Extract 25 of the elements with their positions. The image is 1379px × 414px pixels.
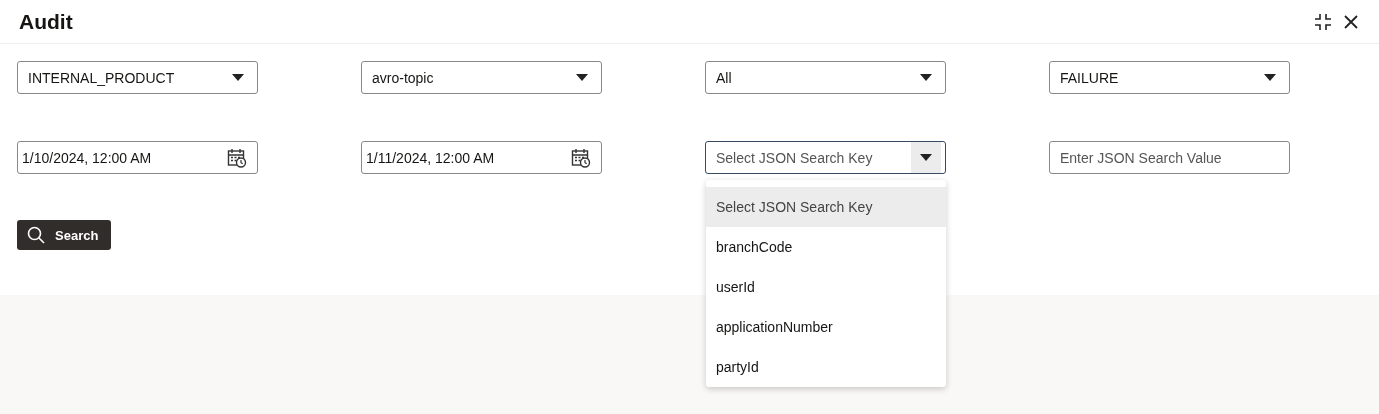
caret-icon	[1264, 74, 1276, 81]
dropdown-option[interactable]: applicationNumber	[706, 307, 946, 347]
select-field[interactable]: All	[705, 61, 946, 94]
search-icon	[27, 226, 45, 244]
select-field[interactable]: FAILURE	[1049, 61, 1290, 94]
dropdown-option[interactable]: Select JSON Search Key	[706, 187, 946, 227]
close-icon[interactable]	[1343, 13, 1359, 30]
collapse-icon[interactable]	[1313, 11, 1333, 32]
search-button[interactable]: Search	[17, 220, 112, 250]
caret-icon	[576, 74, 588, 81]
date-field[interactable]: 1/11/2024, 12:00 AM	[361, 141, 602, 174]
dropdown-option[interactable]: userId	[706, 267, 946, 307]
date-field[interactable]: 1/10/2024, 12:00 AM	[17, 141, 258, 174]
select-field[interactable]: Select JSON Search Key	[705, 141, 946, 174]
dropdown-option[interactable]: branchCode	[706, 227, 946, 267]
select-field[interactable]: INTERNAL_PRODUCT	[17, 61, 258, 94]
input-field[interactable]: Enter JSON Search Value	[1049, 141, 1290, 174]
calendar-clock-icon[interactable]	[227, 147, 247, 168]
caret-icon	[920, 154, 932, 161]
calendar-clock-icon[interactable]	[571, 147, 591, 168]
window-title: Audit	[19, 9, 73, 34]
caret-icon	[920, 74, 932, 81]
dropdown-option[interactable]: partyId	[706, 347, 946, 387]
caret-icon	[232, 74, 244, 81]
select-field[interactable]: avro-topic	[361, 61, 602, 94]
